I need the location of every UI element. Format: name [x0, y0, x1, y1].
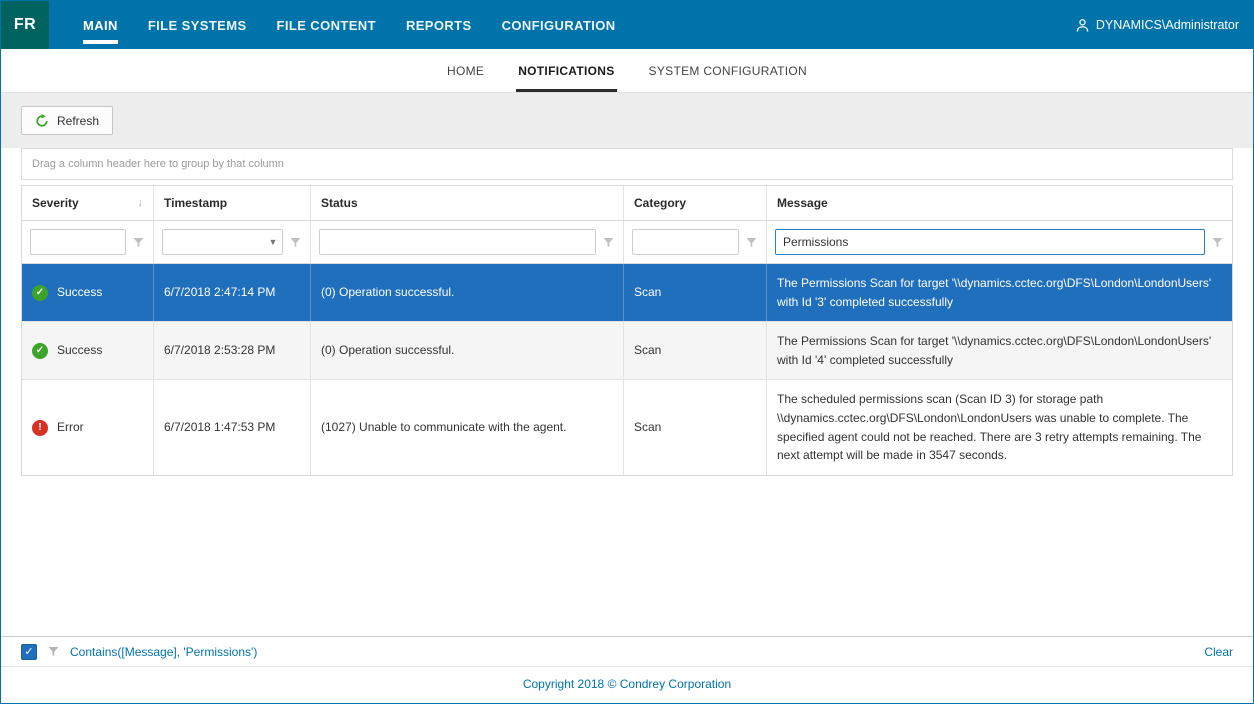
user-name: DYNAMICS\Administrator — [1096, 18, 1239, 32]
user-box[interactable]: DYNAMICS\Administrator — [1075, 18, 1239, 33]
toolbar: Refresh — [1, 93, 1253, 148]
category-cell: Scan — [624, 322, 767, 379]
grid-body: Success 6/7/2018 2:47:14 PM(0) Operation … — [22, 264, 1232, 475]
clear-filter-link[interactable]: Clear — [1204, 645, 1233, 659]
table-row[interactable]: Success 6/7/2018 2:53:28 PM(0) Operation … — [22, 322, 1232, 380]
severity-label: Success — [57, 341, 102, 360]
category-cell: Scan — [624, 380, 767, 474]
message-cell: The Permissions Scan for target '\\dynam… — [767, 322, 1232, 379]
timestamp-filter-input[interactable] — [163, 230, 264, 254]
category-filter-cell — [624, 221, 767, 263]
refresh-icon — [35, 114, 49, 128]
timestamp-cell: 6/7/2018 2:47:14 PM — [154, 264, 311, 321]
group-by-hint[interactable]: Drag a column header here to group by th… — [21, 148, 1233, 180]
refresh-button[interactable]: Refresh — [21, 106, 113, 135]
column-header-timestamp[interactable]: Timestamp — [154, 186, 311, 220]
tab-notifications[interactable]: NOTIFICATIONS — [516, 49, 616, 92]
app-logo[interactable]: FR — [1, 1, 49, 49]
column-header-severity[interactable]: Severity ↓ — [22, 186, 154, 220]
filter-bar-funnel-icon — [47, 645, 60, 658]
message-cell: The scheduled permissions scan (Scan ID … — [767, 380, 1232, 474]
message-filter-funnel-icon[interactable] — [1211, 236, 1224, 249]
column-label: Category — [634, 196, 686, 210]
severity-filter-funnel-icon[interactable] — [132, 236, 145, 249]
table-row[interactable]: Success 6/7/2018 2:47:14 PM(0) Operation … — [22, 264, 1232, 322]
severity-label: Error — [57, 418, 84, 437]
filter-expression[interactable]: Contains([Message], 'Permissions') — [70, 645, 257, 659]
grid-empty-area — [21, 476, 1233, 636]
severity-filter-cell — [22, 221, 154, 263]
severity-label: Success — [57, 283, 102, 302]
page: FR MAIN FILE SYSTEMS FILE CONTENT REPORTS CO… — [0, 0, 1254, 704]
grid-header-row: Severity ↓ Timestamp Status Category Message — [22, 186, 1232, 221]
timestamp-cell: 6/7/2018 1:47:53 PM — [154, 380, 311, 474]
topnav-item-file-content[interactable]: FILE CONTENT — [277, 1, 376, 49]
refresh-label: Refresh — [57, 114, 99, 128]
status-cell: (0) Operation successful. — [311, 264, 624, 321]
severity-cell: Success — [22, 264, 154, 321]
top-nav: MAIN FILE SYSTEMS FILE CONTENT REPORTS CONFI… — [83, 1, 616, 49]
error-icon — [32, 420, 48, 436]
status-filter-input[interactable] — [319, 229, 596, 255]
status-cell: (0) Operation successful. — [311, 322, 624, 379]
filter-enabled-checkbox[interactable] — [21, 644, 37, 660]
tab-system-configuration[interactable]: SYSTEM CONFIGURATION — [647, 49, 809, 92]
notifications-grid: Severity↓TimestampStatusCategoryMessage … — [21, 185, 1233, 476]
status-cell: (1027) Unable to communicate with the ag… — [311, 380, 624, 474]
topnav-item-configuration[interactable]: CONFIGURATION — [502, 1, 616, 49]
timestamp-cell: 6/7/2018 2:53:28 PM — [154, 322, 311, 379]
status-filter-cell — [311, 221, 624, 263]
column-label: Severity — [32, 196, 79, 210]
filter-bar: Contains([Message], 'Permissions') Clear — [1, 636, 1253, 667]
status-filter-funnel-icon[interactable] — [602, 236, 615, 249]
success-icon — [32, 285, 48, 301]
grid-filter-row: ▼ — [22, 221, 1232, 264]
message-filter-input[interactable] — [775, 229, 1205, 255]
category-filter-funnel-icon[interactable] — [745, 236, 758, 249]
message-filter-cell — [767, 221, 1232, 263]
top-bar: FR MAIN FILE SYSTEMS FILE CONTENT REPORTS CO… — [1, 1, 1253, 49]
timestamp-filter-combo[interactable]: ▼ — [162, 229, 283, 255]
column-label: Timestamp — [164, 196, 227, 210]
tab-home[interactable]: HOME — [445, 49, 486, 92]
severity-cell: Success — [22, 322, 154, 379]
column-header-category[interactable]: Category — [624, 186, 767, 220]
success-icon — [32, 343, 48, 359]
severity-filter-input[interactable] — [30, 229, 126, 255]
sub-nav: HOME NOTIFICATIONS SYSTEM CONFIGURATION — [1, 49, 1253, 93]
timestamp-filter-cell: ▼ — [154, 221, 311, 263]
footer-copyright: Copyright 2018 © Condrey Corporation — [1, 667, 1253, 703]
user-icon — [1075, 18, 1090, 33]
topnav-item-main[interactable]: MAIN — [83, 1, 118, 49]
timestamp-filter-dropdown-icon[interactable]: ▼ — [264, 230, 282, 254]
column-label: Status — [321, 196, 358, 210]
severity-cell: Error — [22, 380, 154, 474]
column-header-status[interactable]: Status — [311, 186, 624, 220]
timestamp-filter-funnel-icon[interactable] — [289, 236, 302, 249]
category-cell: Scan — [624, 264, 767, 321]
message-cell: The Permissions Scan for target '\\dynam… — [767, 264, 1232, 321]
topnav-item-reports[interactable]: REPORTS — [406, 1, 472, 49]
topnav-item-file-systems[interactable]: FILE SYSTEMS — [148, 1, 247, 49]
column-label: Message — [777, 196, 828, 210]
sort-desc-icon: ↓ — [138, 197, 144, 209]
table-row[interactable]: Error 6/7/2018 1:47:53 PM(1027) Unable to… — [22, 380, 1232, 474]
grid-panel: Drag a column header here to group by th… — [1, 148, 1253, 636]
column-header-message[interactable]: Message — [767, 186, 1232, 220]
category-filter-input[interactable] — [632, 229, 739, 255]
